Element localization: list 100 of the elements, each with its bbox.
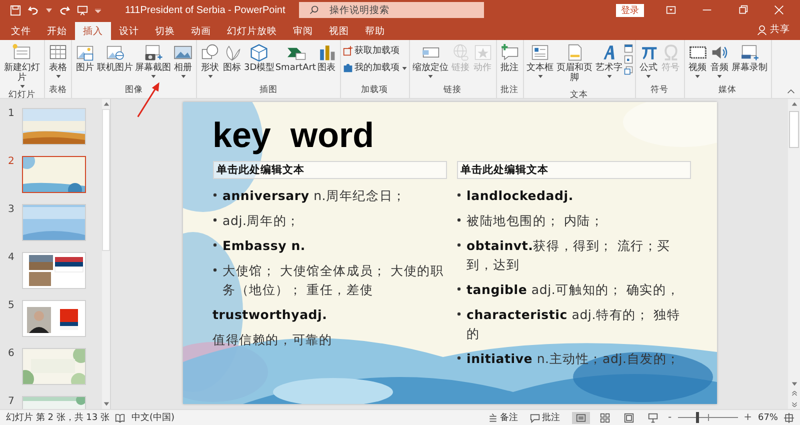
slide-thumbnail[interactable]: [22, 156, 86, 193]
scrollbar-thumb[interactable]: [102, 109, 110, 251]
ribbon-button[interactable]: 获取加载项: [342, 44, 400, 57]
scrollbar[interactable]: [788, 99, 800, 409]
ribbon-button[interactable]: 图标: [221, 42, 243, 79]
ribbon-button[interactable]: 图表: [316, 42, 338, 79]
slide-icon: [12, 43, 32, 62]
next-slide-icon[interactable]: [790, 401, 798, 407]
caret-icon[interactable]: [46, 8, 52, 12]
list-text: trustworthyadj.: [212, 306, 328, 324]
scroll-up-icon[interactable]: [790, 101, 798, 107]
ribbon-button[interactable]: 3D模型: [243, 42, 276, 79]
group-label: 符号: [650, 84, 669, 97]
ribbon-button[interactable]: 视频: [686, 42, 709, 79]
date-icon[interactable]: [624, 44, 633, 53]
ribbon-tab[interactable]: 动画: [183, 22, 219, 40]
scroll-down-icon[interactable]: [102, 401, 110, 407]
previous-slide-icon[interactable]: [790, 391, 798, 397]
scroll-down-icon[interactable]: [790, 381, 798, 387]
group-label: 幻灯片: [8, 88, 36, 102]
ribbon-button[interactable]: 屏幕截图: [134, 42, 172, 79]
slideshow-icon: [648, 412, 658, 422]
person-icon[interactable]: [757, 25, 767, 35]
ribbon-button[interactable]: 相册: [172, 42, 194, 79]
reading-view-icon: [624, 412, 634, 422]
normal-view-icon: [576, 412, 586, 422]
ribbon-button[interactable]: 艺术字: [594, 42, 624, 79]
ribbon-button[interactable]: 文本框: [526, 42, 555, 79]
comments-button[interactable]: 批注: [530, 411, 560, 424]
collapse-ribbon-icon[interactable]: [787, 89, 795, 94]
camera-icon: [143, 43, 163, 62]
login-button[interactable]: 登录: [616, 4, 644, 16]
caret-icon: [606, 74, 612, 78]
zoom-level[interactable]: 67%: [758, 412, 778, 422]
restore-icon[interactable]: [738, 5, 748, 15]
caret-icon: [538, 74, 543, 78]
ribbon-button[interactable]: 我的加载项: [342, 61, 407, 74]
list-text: adj.周年的；: [222, 212, 300, 230]
customize-caret-icon[interactable]: [95, 8, 101, 12]
ribbon-button[interactable]: SmartArt: [276, 42, 316, 79]
scrollbar-thumb[interactable]: [789, 111, 799, 148]
bullet-icon: [456, 287, 460, 291]
save-icon[interactable]: [10, 4, 21, 16]
undo-icon[interactable]: [28, 4, 39, 16]
search-field[interactable]: 操作说明搜索: [299, 2, 484, 18]
caret-icon: [56, 74, 60, 78]
ribbon-button[interactable]: 批注: [498, 42, 521, 79]
ribbon-button[interactable]: 音频: [708, 42, 731, 79]
ribbon-button[interactable]: 联机图片: [96, 42, 134, 79]
language-label[interactable]: 中文(中国): [131, 411, 175, 424]
slider-thumb[interactable]: [696, 412, 699, 423]
slide-number: 4: [7, 252, 16, 263]
ribbon-button[interactable]: 形状: [199, 42, 221, 79]
ribbon-button[interactable]: 页眉和页脚: [554, 42, 595, 89]
list-text: 被陆地包围的； 内陆；: [466, 212, 604, 230]
ribbon-button[interactable]: 新建幻灯片: [2, 42, 42, 89]
group-label: 文本: [570, 88, 588, 102]
book-icon[interactable]: [115, 412, 126, 422]
presentation-icon[interactable]: [77, 4, 88, 16]
slide-number-icon[interactable]: [624, 55, 633, 64]
caret-icon: [402, 66, 407, 70]
caret-icon: [20, 84, 24, 88]
placeholder-heading: 单击此处编辑文本: [456, 161, 690, 179]
ribbon-button[interactable]: 屏幕录制: [730, 42, 769, 79]
ribbon-display-icon[interactable]: [666, 5, 676, 15]
list-text: characteristic adj.特有的； 独特的: [466, 306, 682, 343]
ribbon-button[interactable]: 缩放定位: [412, 42, 450, 79]
slide-number: 5: [7, 300, 16, 311]
ribbon-tab[interactable]: 帮助: [357, 22, 393, 40]
scroll-up-icon[interactable]: [102, 101, 110, 107]
notes-icon: [488, 412, 498, 422]
ribbon-tab[interactable]: 插入: [75, 22, 111, 40]
notes-button[interactable]: 备注: [488, 411, 518, 424]
object-icon[interactable]: [624, 66, 633, 75]
ribbon-tab[interactable]: 开始: [39, 22, 75, 40]
fit-to-window-icon[interactable]: [784, 412, 794, 422]
ribbon-tab[interactable]: 设计: [111, 22, 147, 40]
shapes-icon: [200, 43, 220, 62]
close-icon[interactable]: [774, 5, 784, 15]
zoom-in-button[interactable]: +: [744, 412, 752, 423]
bullet-icon: [212, 218, 216, 222]
ribbon-tab[interactable]: 文件: [3, 22, 39, 40]
bullet-icon: [456, 312, 460, 316]
ribbon-tab[interactable]: 视图: [321, 22, 357, 40]
ribbon-tab[interactable]: 幻灯片放映: [219, 22, 285, 40]
ribbon-button[interactable]: 图片: [74, 42, 96, 79]
slide-number: 2: [7, 156, 16, 167]
redo-icon[interactable]: [59, 4, 70, 16]
ribbon-tab[interactable]: 审阅: [285, 22, 321, 40]
ribbon-button[interactable]: 表格: [47, 42, 69, 79]
bullet-icon: [212, 243, 216, 247]
ribbon-tab[interactable]: 切换: [147, 22, 183, 40]
search-icon: [309, 5, 320, 15]
scrollbar[interactable]: [102, 99, 110, 409]
share-button[interactable]: 共享: [770, 23, 790, 36]
view-button[interactable]: [572, 412, 590, 424]
ribbon-button[interactable]: 公式: [638, 42, 660, 79]
caret-icon: [150, 74, 156, 78]
zoom-out-button[interactable]: -: [668, 412, 672, 423]
comment-icon: [500, 43, 520, 62]
